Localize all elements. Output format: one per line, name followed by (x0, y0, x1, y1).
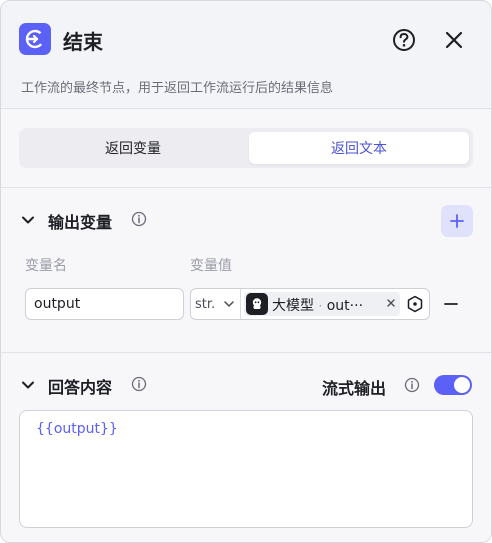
variable-type-select[interactable]: str. (191, 289, 241, 319)
info-icon[interactable] (404, 377, 420, 393)
output-variables-title: 输出变量 (48, 213, 113, 232)
reference-node-name: 大模型 (272, 298, 314, 314)
stream-output-label: 流式输出 (322, 379, 387, 398)
variable-name-input[interactable]: output (25, 288, 184, 320)
end-node-panel: 结束 工作流的最终节点，用于返回工作流运行后的结果信息 返回变量 返回文本 输出 (0, 0, 492, 543)
variable-reference-text: 大模型 · out··· (272, 295, 363, 315)
add-variable-button[interactable] (441, 205, 473, 237)
chevron-down-icon[interactable] (21, 378, 35, 392)
variable-type-label: str. (195, 296, 216, 312)
column-label-value: 变量值 (190, 258, 232, 274)
output-variables-section: 输出变量 变量名 变量值 output str. 大模型 · out··· (1, 189, 491, 353)
panel-header: 结束 工作流的最终节点，用于返回工作流运行后的结果信息 (1, 1, 491, 109)
reference-separator: · (318, 299, 323, 313)
return-mode-tabs: 返回变量 返回文本 (19, 128, 473, 168)
close-icon[interactable] (441, 27, 467, 53)
answer-content-title: 回答内容 (48, 378, 113, 397)
llm-node-icon (246, 293, 268, 315)
variable-value-field: str. 大模型 · out··· (190, 288, 430, 320)
tab-return-text[interactable]: 返回文本 (249, 132, 469, 164)
crosshair-icon[interactable] (406, 295, 424, 313)
page-title: 结束 (63, 30, 103, 54)
remove-reference-icon[interactable] (385, 297, 397, 309)
question-circle-icon[interactable] (391, 27, 417, 53)
return-mode-section: 返回变量 返回文本 (1, 110, 491, 188)
tab-return-variables[interactable]: 返回变量 (23, 132, 243, 164)
node-description: 工作流的最终节点，用于返回工作流运行后的结果信息 (21, 81, 334, 96)
variable-reference-chip[interactable]: 大模型 · out··· (244, 292, 400, 316)
reference-variable-name: out··· (326, 298, 364, 314)
chevron-down-icon (224, 301, 234, 307)
answer-content-section: 回答内容 流式输出 {{output}} (1, 354, 491, 542)
info-icon[interactable] (131, 211, 147, 227)
end-node-icon (19, 23, 51, 55)
remove-variable-icon[interactable] (442, 295, 460, 313)
chevron-down-icon[interactable] (21, 213, 35, 227)
column-label-name: 变量名 (25, 258, 67, 274)
info-icon[interactable] (131, 376, 147, 392)
plus-icon (450, 214, 464, 228)
stream-output-toggle[interactable] (434, 375, 472, 395)
answer-content-input[interactable]: {{output}} (19, 410, 473, 528)
toggle-knob (454, 377, 470, 393)
